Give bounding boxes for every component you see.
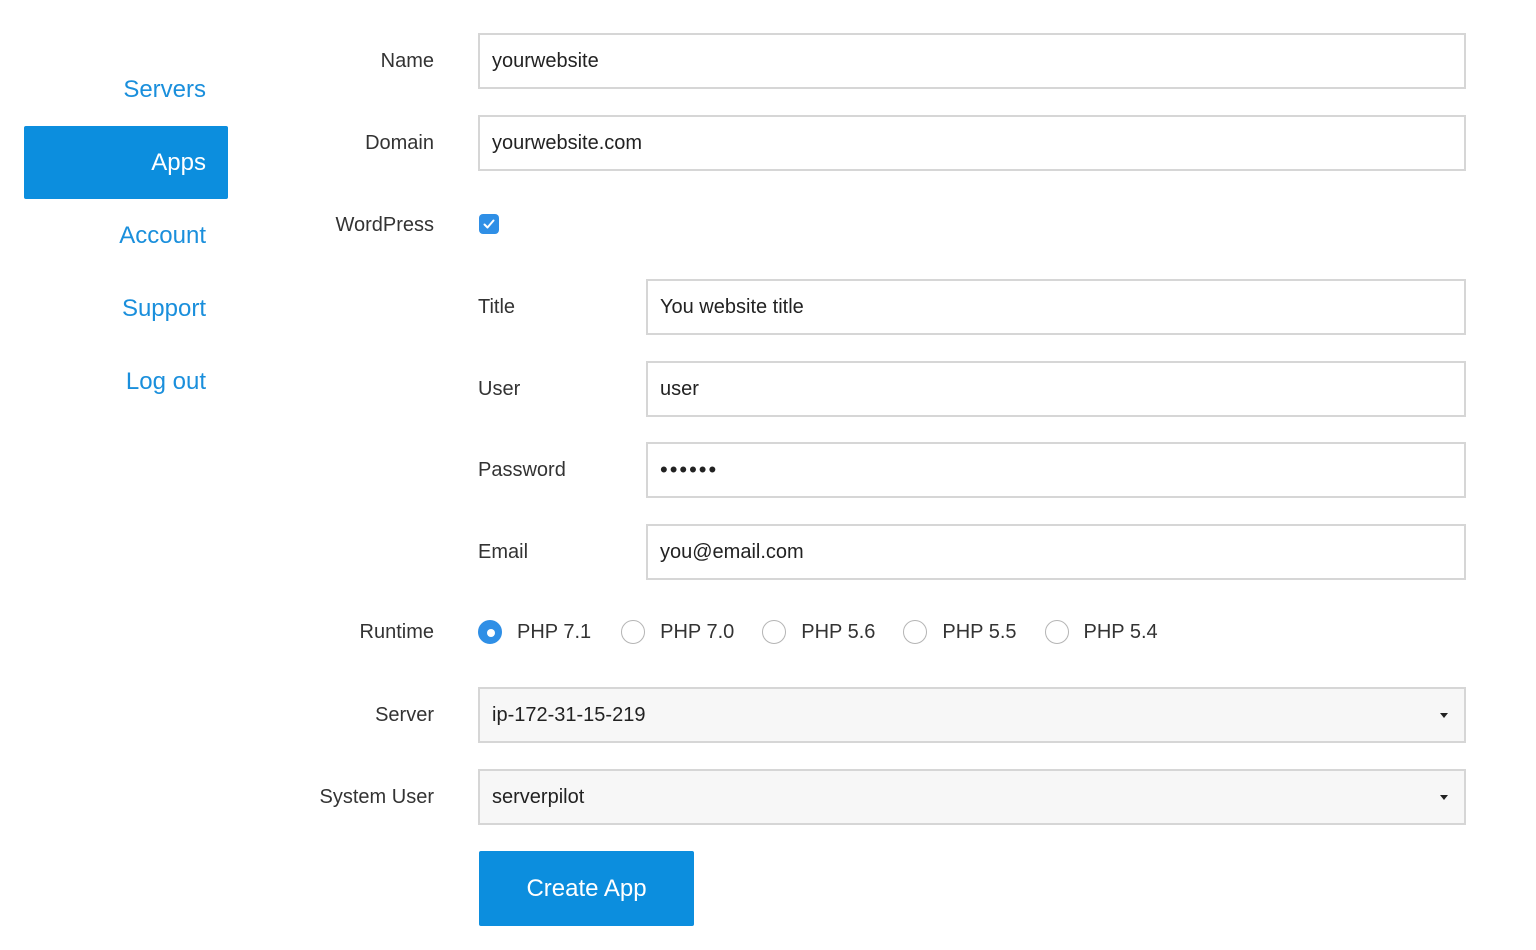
wordpress-checkbox[interactable] bbox=[479, 214, 499, 234]
runtime-option-php-7-0[interactable]: PHP 7.0 bbox=[621, 620, 734, 644]
radio-button-checked[interactable] bbox=[478, 620, 502, 644]
radio-button[interactable] bbox=[762, 620, 786, 644]
radio-label: PHP 7.0 bbox=[660, 621, 734, 644]
caret-down-icon bbox=[1440, 713, 1448, 718]
runtime-radio-group: PHP 7.1 PHP 7.0 PHP 5.6 PHP 5.5 PHP 5.4 bbox=[478, 604, 1186, 660]
system-user-label: System User bbox=[250, 769, 434, 825]
wp-email-input[interactable] bbox=[646, 524, 1466, 580]
wp-email-label: Email bbox=[478, 524, 638, 580]
runtime-label: Runtime bbox=[250, 604, 434, 660]
name-input[interactable] bbox=[478, 33, 1466, 89]
domain-label: Domain bbox=[250, 115, 434, 171]
radio-label: PHP 7.1 bbox=[517, 621, 591, 644]
sidebar-item-support[interactable]: Support bbox=[24, 272, 228, 345]
caret-down-icon bbox=[1440, 795, 1448, 800]
runtime-option-php-7-1[interactable]: PHP 7.1 bbox=[478, 620, 591, 644]
wordpress-label: WordPress bbox=[250, 197, 434, 253]
wp-user-label: User bbox=[478, 361, 638, 417]
server-select[interactable]: ip-172-31-15-219 bbox=[478, 687, 1466, 743]
wp-password-label: Password bbox=[478, 442, 638, 498]
runtime-option-php-5-4[interactable]: PHP 5.4 bbox=[1045, 620, 1158, 644]
sidebar-item-log-out[interactable]: Log out bbox=[24, 345, 228, 418]
sidebar-item-account[interactable]: Account bbox=[24, 199, 228, 272]
radio-button[interactable] bbox=[621, 620, 645, 644]
radio-label: PHP 5.4 bbox=[1084, 621, 1158, 644]
radio-button[interactable] bbox=[1045, 620, 1069, 644]
server-select-value: ip-172-31-15-219 bbox=[492, 704, 645, 727]
radio-label: PHP 5.6 bbox=[801, 621, 875, 644]
checkmark-icon bbox=[482, 217, 496, 231]
runtime-option-php-5-5[interactable]: PHP 5.5 bbox=[903, 620, 1016, 644]
system-user-select-value: serverpilot bbox=[492, 786, 584, 809]
name-label: Name bbox=[250, 33, 434, 89]
sidebar-item-servers[interactable]: Servers bbox=[24, 53, 228, 126]
wp-title-label: Title bbox=[478, 279, 638, 335]
radio-button[interactable] bbox=[903, 620, 927, 644]
system-user-select[interactable]: serverpilot bbox=[478, 769, 1466, 825]
wp-user-input[interactable] bbox=[646, 361, 1466, 417]
create-app-button[interactable]: Create App bbox=[479, 851, 694, 926]
wp-title-input[interactable] bbox=[646, 279, 1466, 335]
runtime-option-php-5-6[interactable]: PHP 5.6 bbox=[762, 620, 875, 644]
server-label: Server bbox=[250, 687, 434, 743]
sidebar-item-apps[interactable]: Apps bbox=[24, 126, 228, 199]
radio-label: PHP 5.5 bbox=[942, 621, 1016, 644]
wp-password-input[interactable] bbox=[646, 442, 1466, 498]
domain-input[interactable] bbox=[478, 115, 1466, 171]
